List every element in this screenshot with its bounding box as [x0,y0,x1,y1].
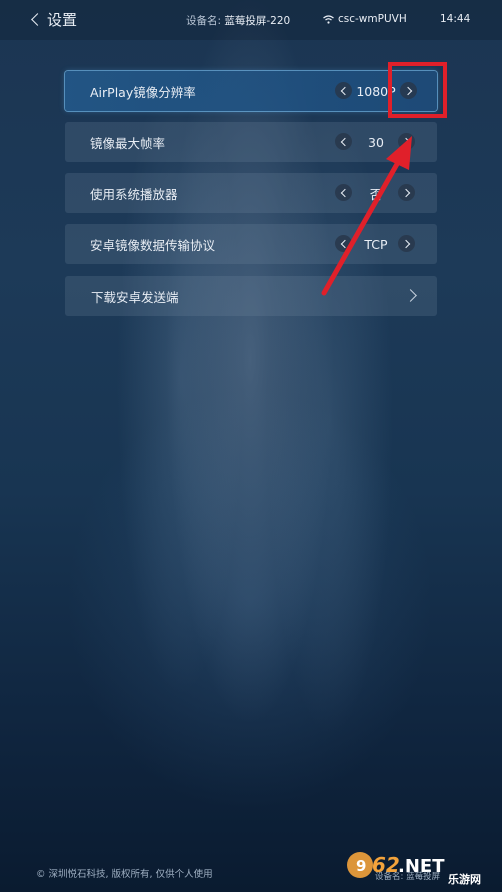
annotation-overlay [321,62,447,296]
annotation-arrow-head [386,136,412,170]
copyright-text: © 深圳悦石科技, 版权所有, 仅供个人使用 [36,869,213,880]
svg-text:乐游网: 乐游网 [448,872,481,885]
annotation-arrow-shaft [321,154,404,296]
svg-text:9: 9 [356,857,366,875]
highlight-box [388,62,447,118]
watermark-device-text: 设备名: 蓝莓投屏 [375,872,441,882]
